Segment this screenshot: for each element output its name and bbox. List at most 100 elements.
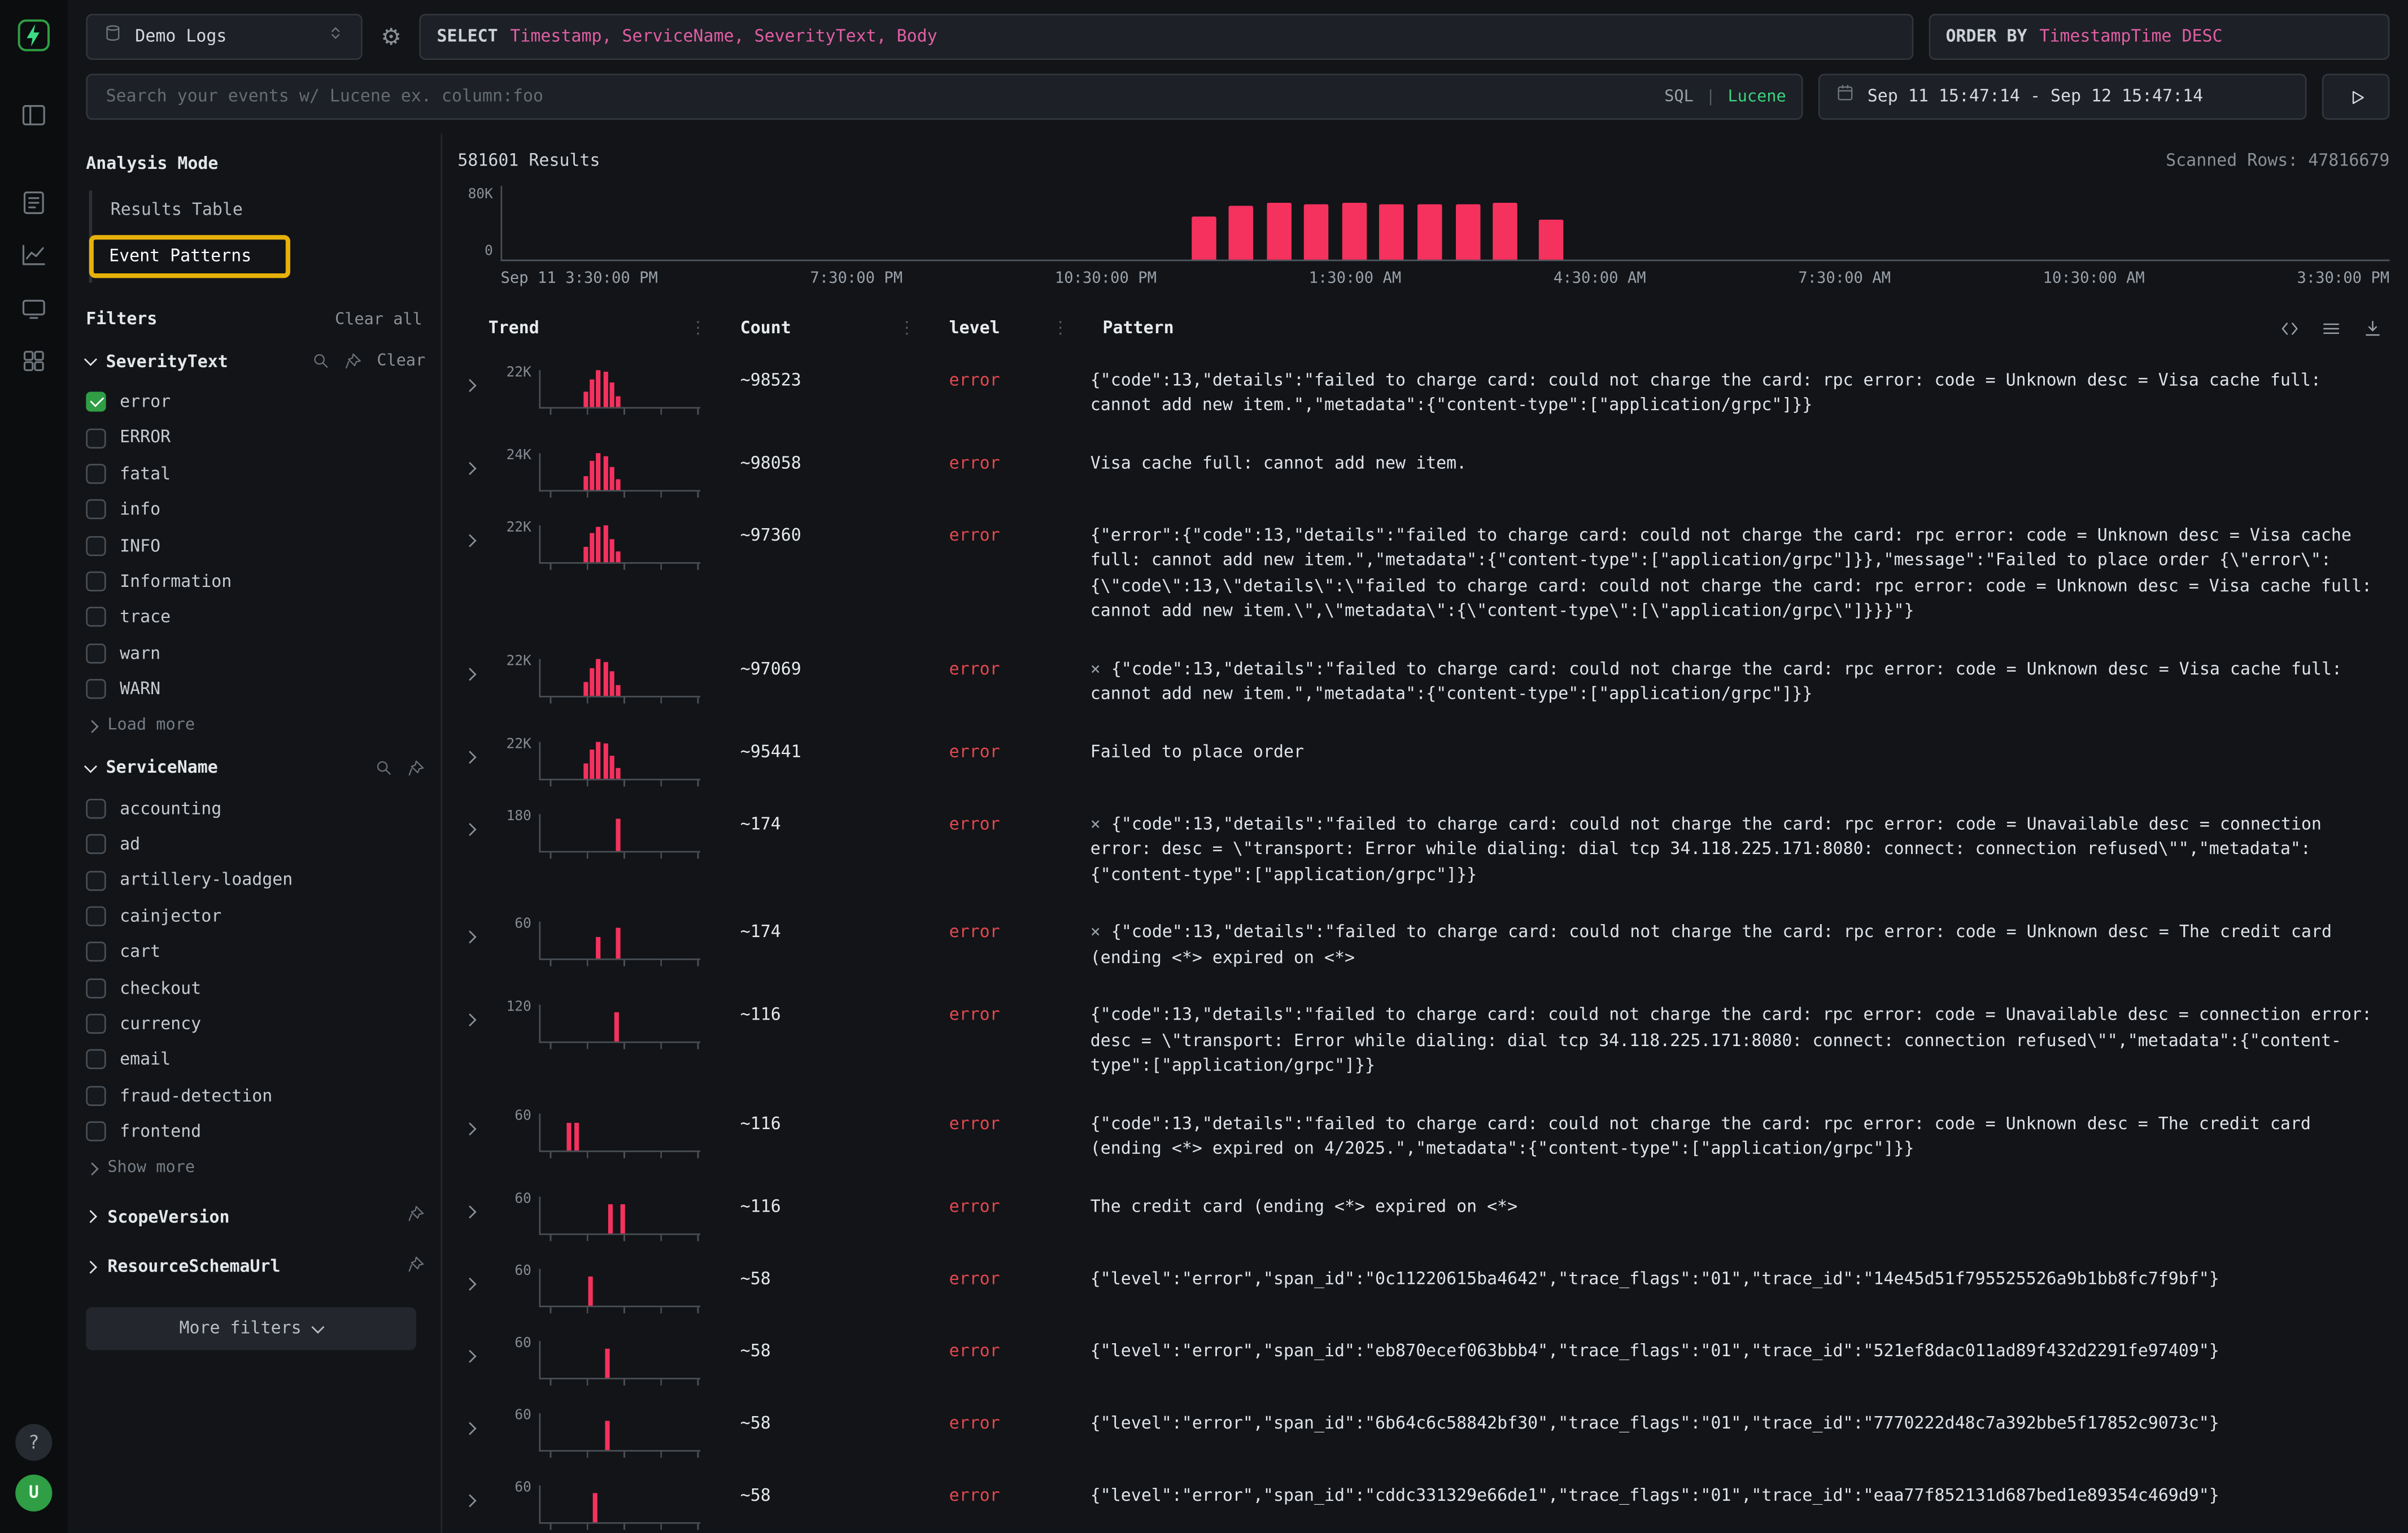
exclude-marker-icon[interactable]: ×: [1090, 659, 1101, 678]
chart-explorer-icon[interactable]: [20, 232, 47, 285]
row-expand-button[interactable]: [457, 1264, 488, 1295]
resourceschemaurl-section-header[interactable]: ResourceSchemaUrl: [86, 1254, 425, 1279]
filter-option-cainjector[interactable]: cainjector: [86, 898, 425, 934]
checkbox[interactable]: [86, 680, 106, 699]
sidebar-toggle-icon[interactable]: [20, 93, 47, 146]
filter-option-info[interactable]: info: [86, 492, 425, 528]
pin-icon[interactable]: [407, 759, 426, 777]
dashboards-grid-icon[interactable]: [20, 338, 47, 391]
filter-option-INFO[interactable]: INFO: [86, 528, 425, 564]
checkbox[interactable]: [86, 1086, 106, 1105]
checkbox[interactable]: [86, 572, 106, 591]
pattern-row[interactable]: 180~174error×{"code":13,"details":"faile…: [457, 794, 2389, 902]
pattern-row[interactable]: 60~116errorThe credit card (ending <*> e…: [457, 1176, 2389, 1248]
severity-section-header[interactable]: SeverityText Clear: [86, 350, 425, 373]
clear-all-filters-button[interactable]: Clear all: [335, 308, 422, 330]
pin-icon[interactable]: [344, 352, 363, 371]
filter-option-error[interactable]: error: [86, 384, 425, 420]
filter-option-fraud-detection[interactable]: fraud-detection: [86, 1078, 425, 1114]
filter-option-artillery-loadgen[interactable]: artillery-loadgen: [86, 862, 425, 898]
header-level[interactable]: level ⋮: [931, 317, 1084, 341]
checkbox[interactable]: [86, 1014, 106, 1034]
filter-option-Information[interactable]: Information: [86, 564, 425, 600]
app-logo[interactable]: [17, 19, 51, 59]
checkbox[interactable]: [86, 643, 106, 663]
pattern-row[interactable]: 60~58error{"level":"error","span_id":"6b…: [457, 1393, 2389, 1465]
exclude-marker-icon[interactable]: ×: [1090, 814, 1101, 834]
header-trend[interactable]: Trend ⋮: [488, 317, 722, 341]
mode-results-table[interactable]: Results Table: [92, 193, 261, 229]
pattern-row[interactable]: 24K~98058errorVisa cache full: cannot ad…: [457, 433, 2389, 505]
row-expand-button[interactable]: [457, 1408, 488, 1439]
pattern-row[interactable]: 60~58error{"level":"error","span_id":"eb…: [457, 1321, 2389, 1393]
pattern-row[interactable]: 22K~97069error×{"code":13,"details":"fai…: [457, 639, 2389, 722]
filter-option-checkout[interactable]: checkout: [86, 970, 425, 1006]
search-filter-icon[interactable]: [375, 759, 394, 777]
checkbox[interactable]: [86, 798, 106, 818]
pattern-row[interactable]: 60~58error{"level":"error","span_id":"cd…: [457, 1465, 2389, 1533]
filter-option-accounting[interactable]: accounting: [86, 790, 425, 826]
checkbox[interactable]: [86, 607, 106, 627]
more-filters-button[interactable]: More filters: [86, 1307, 416, 1350]
search-input[interactable]: [103, 84, 1652, 110]
pattern-row[interactable]: 22K~98523error{"code":13,"details":"fail…: [457, 350, 2389, 433]
pattern-row[interactable]: 60~58error{"level":"error","span_id":"0c…: [457, 1248, 2389, 1321]
date-range-picker[interactable]: Sep 11 15:47:14 - Sep 12 15:47:14: [1818, 74, 2307, 120]
checkbox[interactable]: [86, 942, 106, 962]
filter-option-cart[interactable]: cart: [86, 934, 425, 970]
language-sql-toggle[interactable]: SQL: [1664, 85, 1694, 108]
sql-select-input[interactable]: SELECT Timestamp, ServiceName, SeverityT…: [420, 14, 1914, 60]
row-expand-button[interactable]: [457, 809, 488, 840]
row-expand-button[interactable]: [457, 737, 488, 768]
checkbox[interactable]: [86, 906, 106, 926]
checkbox[interactable]: [86, 1122, 106, 1142]
column-drag-handle-icon[interactable]: ⋮: [1052, 317, 1069, 341]
row-expand-button[interactable]: [457, 1336, 488, 1367]
checkbox[interactable]: [86, 392, 106, 412]
column-drag-handle-icon[interactable]: ⋮: [898, 317, 915, 341]
pattern-row[interactable]: 22K~97360error{"error":{"code":13,"detai…: [457, 505, 2389, 639]
service-section-header[interactable]: ServiceName: [86, 756, 425, 779]
checkbox[interactable]: [86, 978, 106, 998]
pin-icon[interactable]: [407, 1254, 426, 1273]
mode-event-patterns[interactable]: Event Patterns: [89, 234, 290, 278]
severity-clear-button[interactable]: Clear: [377, 350, 425, 373]
pin-icon[interactable]: [407, 1204, 426, 1223]
checkbox[interactable]: [86, 870, 106, 890]
row-expand-button[interactable]: [457, 520, 488, 551]
row-expand-button[interactable]: [457, 917, 488, 948]
severity-load-more[interactable]: Load more: [88, 715, 425, 738]
language-lucene-toggle[interactable]: Lucene: [1728, 85, 1786, 108]
filter-option-ERROR[interactable]: ERROR: [86, 420, 425, 456]
pattern-row[interactable]: 60~174error×{"code":13,"details":"failed…: [457, 902, 2389, 985]
order-by-input[interactable]: ORDER BY TimestampTime DESC: [1929, 14, 2390, 60]
row-expand-button[interactable]: [457, 654, 488, 685]
row-expand-button[interactable]: [457, 1109, 488, 1140]
row-density-icon[interactable]: [2320, 318, 2342, 339]
filter-option-currency[interactable]: currency: [86, 1006, 425, 1042]
pattern-row[interactable]: 60~116error{"code":13,"details":"failed …: [457, 1094, 2389, 1177]
checkbox[interactable]: [86, 1050, 106, 1070]
service-show-more[interactable]: Show more: [88, 1157, 425, 1180]
download-icon[interactable]: [2362, 318, 2383, 339]
scopeversion-section-header[interactable]: ScopeVersion: [86, 1204, 425, 1230]
column-drag-handle-icon[interactable]: ⋮: [690, 317, 706, 341]
filter-option-WARN[interactable]: WARN: [86, 672, 425, 708]
code-view-icon[interactable]: [2279, 318, 2301, 339]
checkbox[interactable]: [86, 464, 106, 484]
row-expand-button[interactable]: [457, 1192, 488, 1223]
run-query-button[interactable]: [2322, 74, 2390, 120]
filter-option-email[interactable]: email: [86, 1042, 425, 1078]
filter-option-ad[interactable]: ad: [86, 826, 425, 863]
pattern-row[interactable]: 22K~95441errorFailed to place order: [457, 722, 2389, 794]
checkbox[interactable]: [86, 500, 106, 520]
help-button[interactable]: ?: [15, 1424, 52, 1461]
checkbox[interactable]: [86, 834, 106, 854]
row-expand-button[interactable]: [457, 1480, 488, 1512]
checkbox[interactable]: [86, 428, 106, 447]
search-filter-icon[interactable]: [312, 352, 331, 371]
row-expand-button[interactable]: [457, 448, 488, 479]
source-select[interactable]: Demo Logs: [86, 14, 362, 60]
filter-option-trace[interactable]: trace: [86, 599, 425, 635]
source-settings-gear-icon[interactable]: ⚙: [378, 21, 404, 53]
